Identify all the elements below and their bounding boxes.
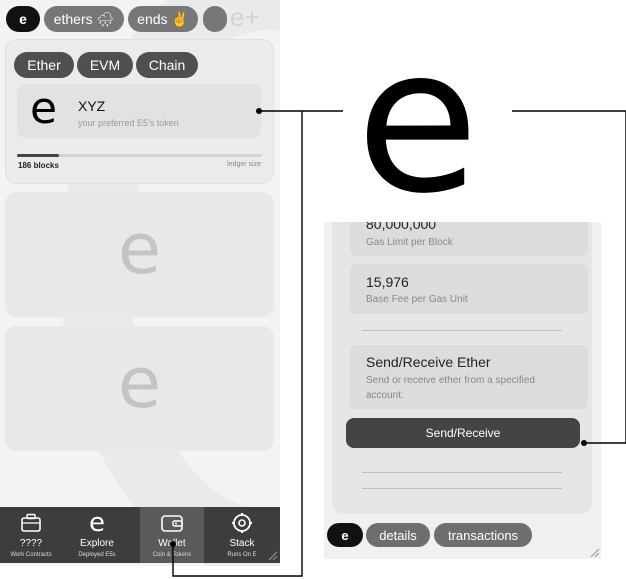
ethers-filter-pill[interactable]: ethers 🌧 (44, 6, 124, 32)
nav-subtitle: Work Contracts (10, 552, 52, 558)
e-filter-pill[interactable]: e (6, 6, 40, 32)
tab-ether[interactable]: Ether (14, 52, 74, 78)
e-logo-icon: e (30, 83, 58, 134)
token-name: XYZ (78, 98, 106, 114)
nav-title: ???? (19, 538, 43, 549)
bottom-navigation: ???? Work Contracts e Explore Deployed E… (0, 507, 280, 563)
nav-title: Stack (229, 538, 255, 549)
briefcase-icon (0, 512, 62, 534)
send-receive-description: Send or receive ether from a specified a… (366, 375, 535, 401)
resize-grip-icon[interactable] (266, 548, 278, 561)
add-e-button[interactable]: e+ (230, 2, 260, 33)
nav-work-contracts[interactable]: ???? Work Contracts (0, 507, 62, 563)
nav-title: Explore (80, 538, 114, 549)
nav-subtitle: Coin & Tokens (152, 552, 192, 558)
send-receive-button[interactable]: Send/Receive (346, 418, 580, 448)
send-receive-section: Send/Receive Ether Send or receive ether… (350, 345, 588, 409)
ledger-size-label: ledger size (227, 161, 261, 168)
wallet-screen: e ethers 🌧 ends ✌ e+ Ether EVM Chain e X… (0, 0, 280, 566)
ledger-progress-bar (17, 154, 262, 157)
screenshot-stage: e ethers 🌧 ends ✌ e+ Ether EVM Chain e X… (0, 0, 626, 579)
base-fee-value: 15,976 (366, 274, 409, 290)
gas-limit-value: 80,000,000 (366, 222, 437, 232)
nav-subtitle: Deployed E5s (78, 552, 116, 558)
placeholder-card: e (5, 326, 274, 451)
nav-wallet[interactable]: Wallet Coin & Tokens (140, 507, 204, 563)
token-card: Ether EVM Chain e XYZ your preferred E5'… (5, 39, 274, 184)
e-logo-icon: e (89, 508, 105, 538)
wallet-icon (140, 512, 204, 534)
e-logo-icon: e (117, 208, 162, 290)
e-logo-icon: e (117, 342, 162, 424)
token-description: your preferred E5's token (78, 118, 179, 128)
send-receive-title: Send/Receive Ether (366, 354, 491, 370)
ledger-block-count: 186 blocks (18, 161, 59, 170)
details-tab-pill[interactable]: details (366, 523, 430, 547)
nav-explore[interactable]: e Explore Deployed E5s (66, 507, 128, 563)
placeholder-card: e (5, 192, 274, 317)
gas-limit-label: Gas Limit per Block (366, 237, 453, 248)
divider (362, 472, 562, 473)
overflow-filter-pill[interactable] (203, 6, 227, 32)
nav-stack[interactable]: Stack Runs On E (210, 507, 274, 563)
gas-limit-stat: 80,000,000 Gas Limit per Block (350, 222, 588, 256)
tab-chain[interactable]: Chain (136, 52, 198, 78)
stack-gear-icon (210, 512, 274, 534)
nav-subtitle: Runs On E (227, 552, 257, 558)
transactions-tab-pill[interactable]: transactions (434, 523, 532, 547)
ledger-progress-fill (17, 154, 59, 157)
ether-details-card: 80,000,000 Gas Limit per Block 15,976 Ba… (332, 222, 592, 514)
zoomed-ether-details: 80,000,000 Gas Limit per Block 15,976 Ba… (324, 222, 601, 559)
token-list-item[interactable]: e XYZ your preferred E5's token (17, 84, 261, 138)
resize-grip-icon[interactable] (588, 545, 600, 558)
e-tab-pill[interactable]: e (327, 523, 363, 547)
divider (362, 488, 562, 489)
tab-evm[interactable]: EVM (77, 52, 133, 78)
base-fee-label: Base Fee per Gas Unit (366, 294, 468, 305)
ends-filter-pill[interactable]: ends ✌ (128, 6, 198, 32)
divider (362, 330, 562, 331)
e-logo-zoom-icon: e (356, 5, 480, 238)
nav-title: Wallet (158, 538, 186, 549)
base-fee-stat: 15,976 Base Fee per Gas Unit (350, 264, 588, 314)
